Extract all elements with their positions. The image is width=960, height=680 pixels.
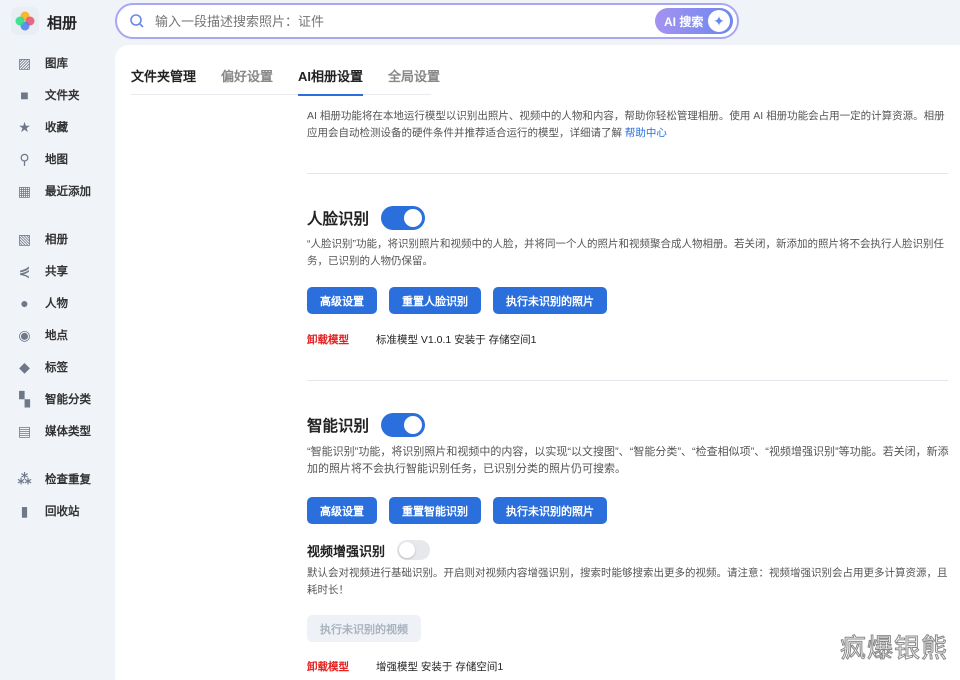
sidebar-item-trash[interactable]: ▮ 回收站: [17, 501, 80, 521]
sidebar-item-folder[interactable]: ■ 文件夹: [17, 85, 80, 105]
gallery-icon: ▨: [17, 54, 32, 71]
smart-recognition-toggle[interactable]: [381, 413, 426, 437]
sidebar-label: 媒体类型: [45, 426, 91, 438]
reset-face-recognition-button[interactable]: 重置人脸识别: [389, 287, 481, 314]
search-input[interactable]: [155, 13, 635, 29]
sparkle-icon: ✦: [708, 10, 730, 32]
sidebar-label: 文件夹: [45, 90, 80, 102]
person-icon: ●: [20, 295, 29, 311]
tab-bar: 文件夹管理 偏好设置 AI相册设置 全局设置: [131, 63, 440, 96]
video-enhanced-desc: 默认会对视频进行基础识别。开启则对视频内容增强识别，搜索时能够搜索出更多的视频。…: [307, 567, 948, 596]
video-enhanced-header: 视频增强识别: [307, 540, 950, 560]
face-buttons: 高级设置 重置人脸识别 执行未识别的照片: [307, 287, 950, 314]
help-center-link[interactable]: 帮助中心: [625, 127, 667, 139]
tab-ai-album-settings[interactable]: AI相册设置: [298, 63, 364, 96]
run-unrecognized-videos-button[interactable]: 执行未识别的视频: [307, 615, 421, 642]
sidebar-label: 回收站: [45, 506, 80, 518]
film-icon: ▤: [17, 422, 32, 439]
duplicate-icon: ⁂: [17, 470, 32, 487]
video-model-info: 增强模型 安装于 存储空间1: [376, 661, 504, 673]
tab-global-settings[interactable]: 全局设置: [388, 63, 440, 95]
face-recognition-desc: “人脸识别”功能，将识别照片和视频中的人脸，并将同一个人的照片和视频聚合成人物相…: [307, 238, 944, 267]
face-model-row: 卸载模型 标准模型 V1.0.1 安装于 存储空间1: [307, 332, 950, 347]
sidebar-label: 智能分类: [45, 394, 91, 406]
sidebar-label: 最近添加: [45, 186, 91, 198]
run-unrecognized-photos-button[interactable]: 执行未识别的照片: [493, 287, 607, 314]
uninstall-model-link[interactable]: 卸载模型: [307, 332, 376, 347]
sidebar-item-tags[interactable]: ◆ 标签: [17, 357, 68, 377]
divider: [307, 380, 948, 381]
smart-recognition-desc: “智能识别”功能，将识别照片和视频中的内容，以实现“以文搜图”、“智能分类”、“…: [307, 446, 949, 475]
sidebar-label: 相册: [45, 234, 68, 246]
search-icon: [130, 14, 144, 28]
tab-preferences[interactable]: 偏好设置: [221, 63, 273, 95]
sidebar-label: 标签: [45, 362, 68, 374]
sidebar-label: 检查重复: [45, 474, 91, 486]
tab-folder-management[interactable]: 文件夹管理: [131, 63, 196, 95]
sidebar-item-places[interactable]: ◉ 地点: [17, 325, 68, 345]
calendar-icon: ▦: [17, 182, 32, 199]
watermark: 疯爆银熊: [839, 633, 948, 664]
sidebar-item-share[interactable]: ⋞ 共享: [17, 261, 68, 281]
location-icon: ◉: [18, 326, 31, 343]
smart-recognition-title: 智能识别: [307, 418, 370, 435]
smart-recognition-header: 智能识别: [307, 413, 950, 437]
face-recognition-title: 人脸识别: [307, 211, 370, 228]
sidebar-item-recent[interactable]: ▦ 最近添加: [17, 181, 91, 201]
app-title: 相册: [47, 15, 78, 32]
search-bar[interactable]: AI 搜索 ✦: [115, 3, 739, 39]
intro-text: AI 相册功能将在本地运行模型以识别出照片、视频中的人物和内容，帮助你轻松管理相…: [307, 108, 950, 142]
album-icon: ▧: [17, 230, 32, 247]
smart-advanced-settings-button[interactable]: 高级设置: [307, 497, 377, 524]
sidebar-item-favorites[interactable]: ★ 收藏: [17, 117, 68, 137]
face-advanced-settings-button[interactable]: 高级设置: [307, 287, 377, 314]
sidebar-item-duplicates[interactable]: ⁂ 检查重复: [17, 469, 91, 489]
share-icon: ⋞: [18, 262, 31, 279]
run-unrecognized-photos-button[interactable]: 执行未识别的照片: [493, 497, 607, 524]
app-logo: [11, 7, 39, 35]
sidebar-label: 收藏: [45, 122, 68, 134]
sidebar-item-gallery[interactable]: ▨ 图库: [17, 53, 68, 73]
sidebar-label: 地点: [45, 330, 68, 342]
face-model-info: 标准模型 V1.0.1 安装于 存储空间1: [376, 334, 537, 346]
sidebar-label: 人物: [45, 298, 68, 310]
map-icon: ⚲: [19, 150, 30, 167]
sidebar-item-albums[interactable]: ▧ 相册: [17, 229, 68, 249]
grid-icon: ▚: [19, 390, 30, 407]
video-enhanced-toggle[interactable]: [397, 540, 431, 560]
tag-icon: ◆: [19, 358, 30, 375]
video-enhanced-title: 视频增强识别: [307, 543, 386, 559]
star-icon: ★: [18, 118, 31, 135]
sidebar-item-map[interactable]: ⚲ 地图: [17, 149, 68, 169]
sidebar-label: 地图: [45, 154, 68, 166]
uninstall-model-link[interactable]: 卸载模型: [307, 659, 376, 674]
trash-icon: ▮: [20, 502, 29, 519]
sidebar-item-smart-categories[interactable]: ▚ 智能分类: [17, 389, 91, 409]
ai-search-button[interactable]: AI 搜索 ✦: [655, 8, 733, 34]
face-recognition-header: 人脸识别: [307, 206, 950, 230]
divider: [307, 173, 948, 174]
sidebar-label: 共享: [45, 266, 68, 278]
ai-search-label: AI 搜索: [664, 14, 704, 29]
settings-panel: 文件夹管理 偏好设置 AI相册设置 全局设置 AI 相册功能将在本地运行模型以识…: [115, 45, 960, 680]
sidebar-label: 图库: [45, 58, 68, 70]
face-recognition-toggle[interactable]: [381, 206, 426, 230]
smart-buttons: 高级设置 重置智能识别 执行未识别的照片: [307, 497, 950, 524]
folder-icon: ■: [20, 87, 29, 103]
sidebar-item-people[interactable]: ● 人物: [17, 293, 68, 313]
reset-smart-recognition-button[interactable]: 重置智能识别: [389, 497, 481, 524]
sidebar-item-media-types[interactable]: ▤ 媒体类型: [17, 421, 91, 441]
